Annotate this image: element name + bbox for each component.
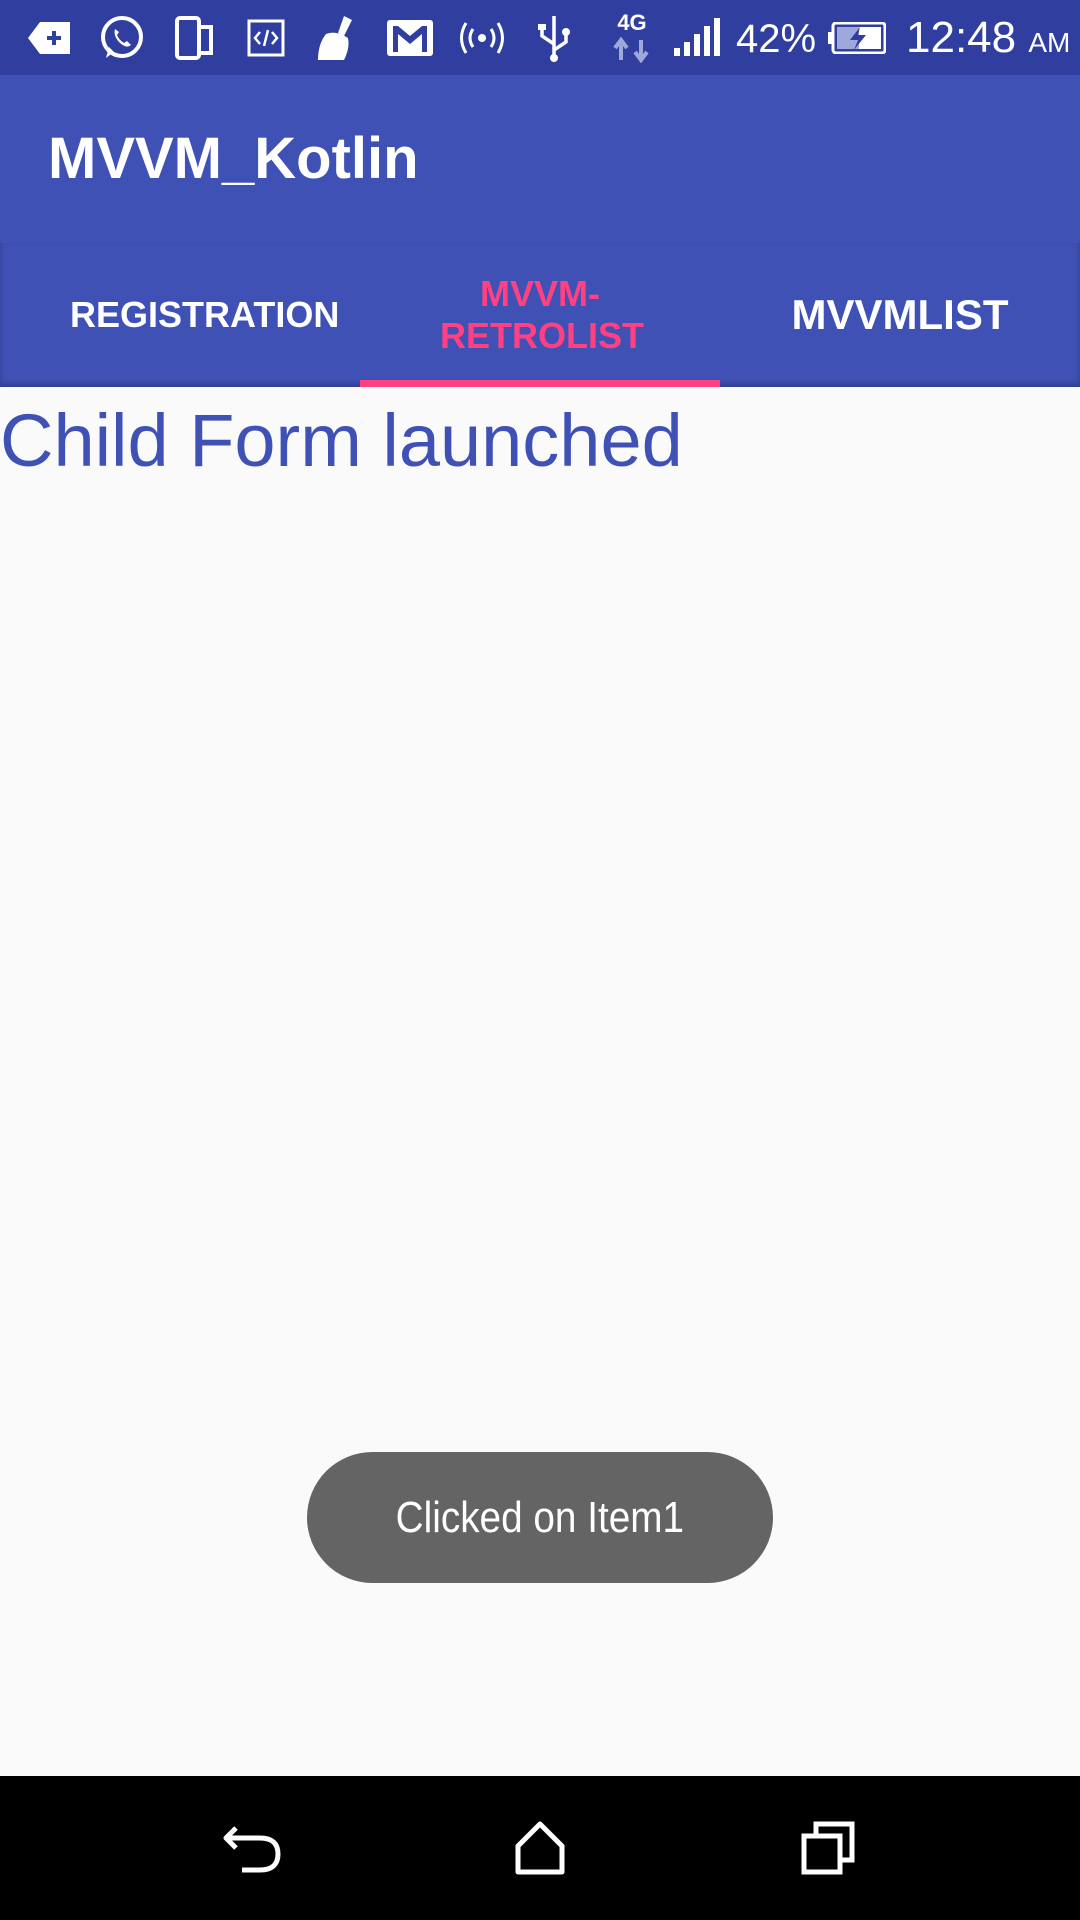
device-icon [168,12,220,64]
selected-tab-indicator [360,380,720,387]
tab-mvvmlist[interactable]: MVVMLIST [720,243,1080,387]
cleaner-icon [312,12,364,64]
tab-mvvm-retrolist-label-line2: RETROLIST [440,315,644,356]
clock-ampm: AM [1028,27,1071,58]
tab-mvvm-retrolist[interactable]: MVVM- RETROLIST [360,243,720,387]
tab-mvvmlist-label: MVVMLIST [791,291,1009,338]
clock-time: 12:48 [906,13,1017,62]
screen: 4G 42% 12:48 AM MVVM_Kotlin REGISTRATION… [0,0,1080,1920]
tab-mvvm-retrolist-label-line1: MVVM- [480,273,600,314]
app-bar: MVVM_Kotlin [0,75,1080,243]
tab-bar: REGISTRATION MVVM- RETROLIST MVVMLIST [0,243,1080,387]
toast: Clicked on Item1 [307,1452,773,1583]
recents-icon[interactable] [788,1808,868,1888]
app-title: MVVM_Kotlin [48,126,419,191]
usb-icon [528,12,580,64]
gmail-icon [384,12,436,64]
battery-charging-icon [826,12,888,64]
whatsapp-icon [96,12,148,64]
child-form-heading: Child Form launched [0,399,683,482]
tab-registration[interactable]: REGISTRATION [0,243,360,387]
status-bar: 4G 42% 12:48 AM [0,0,1080,75]
network-type-label: 4G [617,10,646,35]
tab-mvvm-retrolist-label: MVVM- RETROLIST [440,273,644,357]
code-icon [240,12,292,64]
signal-icon [670,12,722,64]
home-icon[interactable] [500,1808,580,1888]
clock: 12:48 AM [906,12,1070,69]
tab-registration-label: REGISTRATION [70,294,340,335]
network-4g-icon: 4G [606,10,658,64]
back-icon[interactable] [214,1808,294,1888]
hotspot-icon [456,12,508,64]
navigation-bar [0,1776,1080,1920]
toast-message: Clicked on Item1 [395,1492,685,1542]
battery-percent: 42% [736,17,817,61]
notification-add-icon [24,12,76,64]
